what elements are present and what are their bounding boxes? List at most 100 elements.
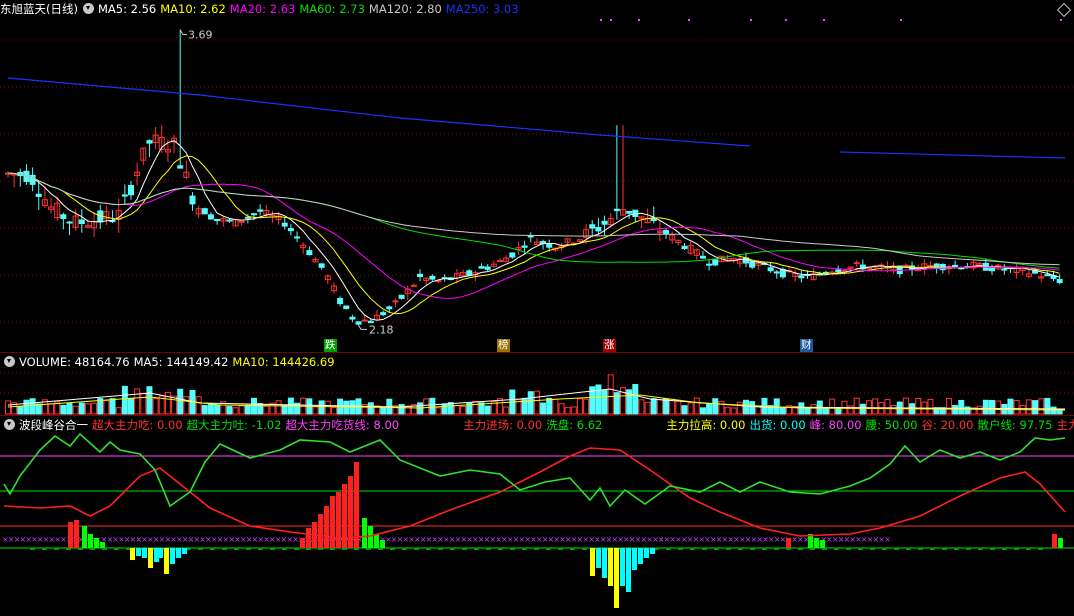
volume-bar <box>404 405 411 415</box>
indicator-yellow-bar <box>608 548 613 586</box>
candle-body <box>829 271 836 274</box>
indicator-base-bar <box>930 548 935 550</box>
volume-bar <box>503 406 510 415</box>
indicator-cyan-bar <box>158 548 163 558</box>
candle-body <box>767 267 774 272</box>
volume-bar <box>152 398 159 415</box>
volume-bar <box>730 407 737 415</box>
candle-body <box>380 312 387 316</box>
indicator-name[interactable]: 波段峰谷合一 <box>19 418 88 432</box>
volume-bar <box>109 398 116 415</box>
event-tag-rise[interactable]: 涨 <box>603 339 616 352</box>
candle-body <box>398 294 405 299</box>
volume-bar <box>312 406 319 415</box>
candle-body <box>497 260 503 263</box>
indicator-base-bar <box>570 548 575 550</box>
indicator-base-bar <box>834 548 839 550</box>
volume-bar <box>552 398 559 415</box>
indicator-base-bar <box>702 548 707 550</box>
volume-bar <box>35 403 42 415</box>
volume-bar <box>115 407 122 415</box>
dropdown-icon[interactable] <box>4 356 15 367</box>
volume-bar <box>743 399 749 415</box>
volume-bar <box>214 404 221 415</box>
volume-bar <box>681 405 688 415</box>
candle-body <box>773 271 780 274</box>
event-tag-list[interactable]: 榜 <box>497 339 510 352</box>
indicator-cyan-bar <box>136 548 141 556</box>
indicator-base-bar <box>294 548 299 550</box>
dropdown-icon[interactable] <box>4 419 15 430</box>
ma-legend: MA5: 2.56 MA10: 2.62 MA20: 2.63 MA60: 2.73 M… <box>98 2 523 16</box>
volume-bar <box>644 401 651 415</box>
volume-bar <box>29 398 36 415</box>
indicator-cyan-bar <box>626 548 631 592</box>
indicator-base-bar <box>30 548 35 550</box>
indicator-pane[interactable]: 波段峰谷合一 超大主力吃: 0.00 超大主力吐: -1.02 超大主力吃货线: 8.… <box>0 416 1074 616</box>
indicator-green-bar <box>374 534 379 548</box>
indicator-red-bar <box>336 492 341 548</box>
dropdown-icon[interactable] <box>82 3 94 14</box>
volume-bar <box>564 406 571 415</box>
volume-bar <box>958 399 965 415</box>
volume-bar <box>853 397 860 415</box>
indicator-values: 超大主力吃: 0.00 超大主力吐: -1.02 超大主力吃货线: 8.00 主力进场… <box>92 418 1074 432</box>
volume-bar <box>927 399 934 415</box>
indicator-base-bar <box>762 548 767 550</box>
indicator-base-bar <box>798 548 803 550</box>
indicator-base-bar <box>54 548 59 550</box>
volume-bar <box>902 397 909 415</box>
volume-bar <box>995 400 1002 415</box>
indicator-cyan-bar <box>182 548 187 554</box>
volume-bar <box>330 406 337 415</box>
candle-body <box>361 319 368 322</box>
volume-pane[interactable]: VOLUME: 48164.76 MA5: 144149.42 MA10: 1444… <box>0 353 1074 415</box>
indicator-legend-item: 洗盘: 6.62 <box>546 418 603 432</box>
event-tag-fall[interactable]: 跌 <box>324 339 337 352</box>
indicator-base-bar <box>726 548 731 550</box>
candle-body <box>509 252 516 258</box>
indicator-legend-item: 峰: 80.00 <box>809 418 862 432</box>
indicator-yellow-bar <box>614 548 619 608</box>
ma-legend-item: MA250: 3.03 <box>445 2 519 16</box>
candle-body <box>66 221 73 224</box>
indicator-red-bar <box>68 522 73 548</box>
ma5-line <box>7 140 1060 321</box>
candle-body <box>478 266 485 269</box>
volume-bar <box>134 388 141 415</box>
volume-bar <box>164 391 171 415</box>
volume-bar <box>687 402 694 415</box>
indicator-cyan-bar <box>602 548 607 578</box>
ma250-line <box>839 151 1066 159</box>
high-label: 3.69 <box>188 29 213 42</box>
candle-body <box>601 220 608 225</box>
red-wave-line <box>3 447 1066 539</box>
indicator-base-bar <box>582 548 587 550</box>
volume-bar <box>195 396 202 415</box>
indicator-base-bar <box>882 548 887 550</box>
volume-bar <box>146 386 153 415</box>
indicator-base-bar <box>390 548 395 550</box>
signal-marker <box>638 19 640 21</box>
indicator-green-bar <box>1058 538 1063 548</box>
indicator-chart[interactable]: ××××××××××××××××××××××××××××××××××××××××… <box>0 416 1074 616</box>
indicator-legend-item: 主力进场: 0.00 <box>463 418 543 432</box>
candlestick-chart[interactable]: 3.69 2.18 <box>0 0 1074 352</box>
candle-body <box>128 184 134 196</box>
volume-bar <box>822 407 829 415</box>
volume-bar <box>121 385 128 415</box>
volume-bar <box>583 398 590 415</box>
volume-bar <box>177 388 184 415</box>
volume-bar <box>226 406 233 415</box>
candle-body <box>527 235 534 238</box>
indicator-base-bar <box>918 548 923 550</box>
candle-body <box>595 227 602 232</box>
candle-body <box>989 267 995 272</box>
volume-bar <box>749 401 756 415</box>
event-tag-finance[interactable]: 财 <box>800 339 813 352</box>
volume-bar <box>1044 397 1051 415</box>
price-pane[interactable]: 东旭蓝天(日线) MA5: 2.56 MA10: 2.62 MA20: 2.63 MA6… <box>0 0 1074 352</box>
volume-bar <box>1032 400 1039 415</box>
stock-name[interactable]: 东旭蓝天(日线) <box>0 2 78 16</box>
indicator-red-bar <box>330 496 335 548</box>
